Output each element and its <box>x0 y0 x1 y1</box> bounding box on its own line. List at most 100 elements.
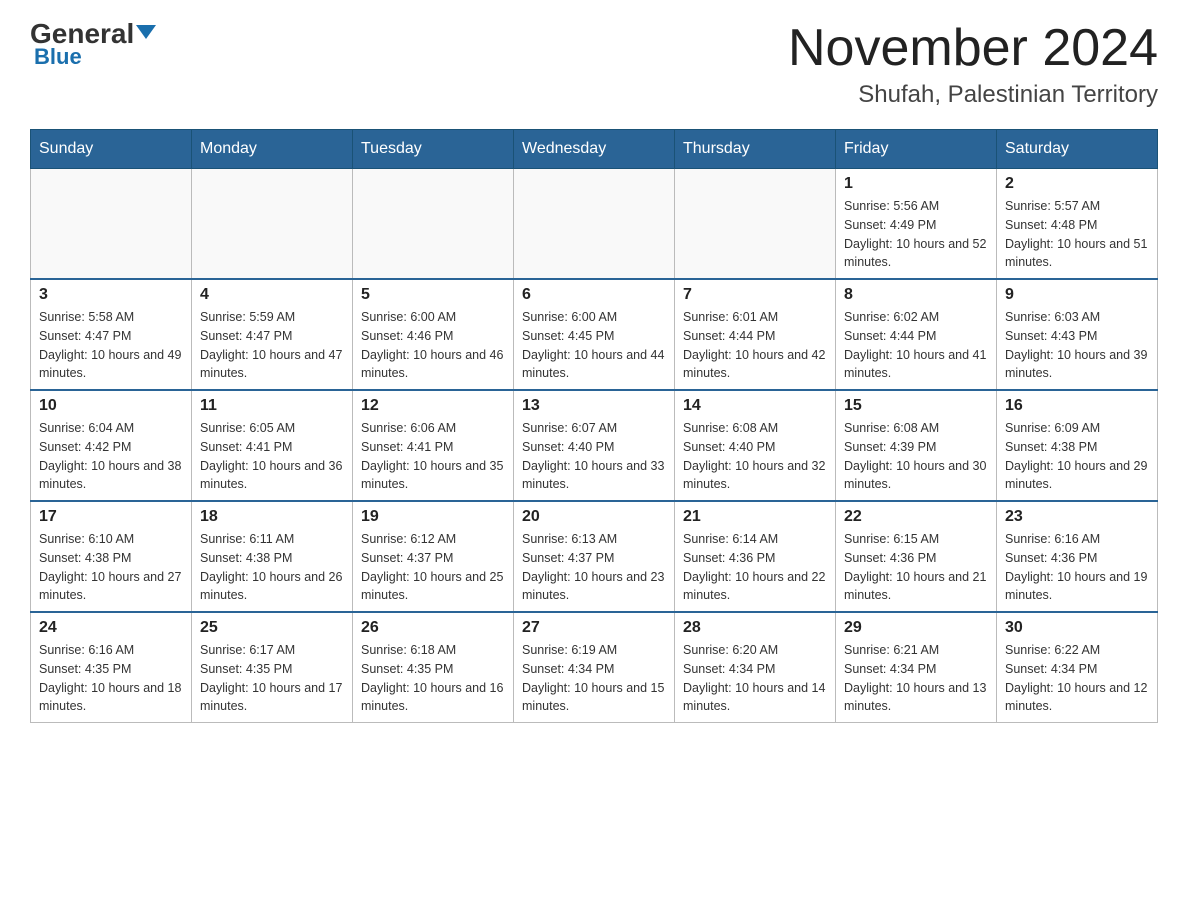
calendar-day-cell <box>675 169 836 280</box>
calendar-day-cell: 22 Sunrise: 6:15 AM Sunset: 4:36 PM Dayli… <box>836 501 997 612</box>
calendar-day-header: Wednesday <box>514 130 675 169</box>
calendar-day-cell: 13Sunrise: 6:07 AM Sunset: 4:40 PM Dayli… <box>514 390 675 501</box>
day-number: 3 <box>39 286 183 304</box>
calendar-day-cell: 16 Sunrise: 6:09 AM Sunset: 4:38 PM Dayli… <box>997 390 1158 501</box>
calendar-day-cell: 9 Sunrise: 6:03 AM Sunset: 4:43 PM Daylig… <box>997 279 1158 390</box>
calendar-day-cell: 21 Sunrise: 6:14 AM Sunset: 4:36 PM Dayli… <box>675 501 836 612</box>
day-info: Sunrise: 6:09 AM Sunset: 4:38 PM Dayligh… <box>1005 419 1149 494</box>
day-number: 10 <box>39 397 183 415</box>
day-number: 9 <box>1005 286 1149 304</box>
calendar-day-cell <box>31 169 192 280</box>
day-info: Sunrise: 6:16 AM Sunset: 4:35 PM Dayligh… <box>39 641 183 716</box>
day-number: 8 <box>844 286 988 304</box>
day-number: 26 <box>361 619 505 637</box>
calendar-day-cell: 7Sunrise: 6:01 AM Sunset: 4:44 PM Daylig… <box>675 279 836 390</box>
day-info: Sunrise: 6:22 AM Sunset: 4:34 PM Dayligh… <box>1005 641 1149 716</box>
day-info: Sunrise: 5:58 AM Sunset: 4:47 PM Dayligh… <box>39 308 183 383</box>
title-block: November 2024 Shufah, Palestinian Territ… <box>788 20 1158 109</box>
calendar-day-header: Friday <box>836 130 997 169</box>
day-info: Sunrise: 6:17 AM Sunset: 4:35 PM Dayligh… <box>200 641 344 716</box>
day-info: Sunrise: 6:18 AM Sunset: 4:35 PM Dayligh… <box>361 641 505 716</box>
calendar-day-header: Thursday <box>675 130 836 169</box>
day-info: Sunrise: 6:03 AM Sunset: 4:43 PM Dayligh… <box>1005 308 1149 383</box>
day-info: Sunrise: 6:13 AM Sunset: 4:37 PM Dayligh… <box>522 530 666 605</box>
day-number: 11 <box>200 397 344 415</box>
calendar-day-cell: 12Sunrise: 6:06 AM Sunset: 4:41 PM Dayli… <box>353 390 514 501</box>
calendar-day-cell: 30 Sunrise: 6:22 AM Sunset: 4:34 PM Dayli… <box>997 612 1158 723</box>
day-number: 17 <box>39 508 183 526</box>
day-number: 22 <box>844 508 988 526</box>
day-info: Sunrise: 6:00 AM Sunset: 4:46 PM Dayligh… <box>361 308 505 383</box>
day-info: Sunrise: 6:08 AM Sunset: 4:40 PM Dayligh… <box>683 419 827 494</box>
calendar-day-cell: 1Sunrise: 5:56 AM Sunset: 4:49 PM Daylig… <box>836 169 997 280</box>
day-number: 2 <box>1005 175 1149 193</box>
day-info: Sunrise: 5:57 AM Sunset: 4:48 PM Dayligh… <box>1005 197 1149 272</box>
day-info: Sunrise: 6:02 AM Sunset: 4:44 PM Dayligh… <box>844 308 988 383</box>
calendar-day-cell: 28 Sunrise: 6:20 AM Sunset: 4:34 PM Dayli… <box>675 612 836 723</box>
logo: General Blue <box>30 20 156 70</box>
calendar-day-cell: 23 Sunrise: 6:16 AM Sunset: 4:36 PM Dayli… <box>997 501 1158 612</box>
day-number: 4 <box>200 286 344 304</box>
day-number: 21 <box>683 508 827 526</box>
day-info: Sunrise: 6:04 AM Sunset: 4:42 PM Dayligh… <box>39 419 183 494</box>
calendar-day-header: Saturday <box>997 130 1158 169</box>
page-subtitle: Shufah, Palestinian Territory <box>788 81 1158 109</box>
day-number: 23 <box>1005 508 1149 526</box>
calendar-day-cell: 8 Sunrise: 6:02 AM Sunset: 4:44 PM Daylig… <box>836 279 997 390</box>
logo-blue-text: Blue <box>34 44 82 70</box>
day-number: 18 <box>200 508 344 526</box>
day-info: Sunrise: 5:59 AM Sunset: 4:47 PM Dayligh… <box>200 308 344 383</box>
calendar-day-cell: 10 Sunrise: 6:04 AM Sunset: 4:42 PM Dayli… <box>31 390 192 501</box>
page-header: General Blue November 2024 Shufah, Pales… <box>30 20 1158 109</box>
calendar-day-header: Tuesday <box>353 130 514 169</box>
calendar-day-cell <box>353 169 514 280</box>
calendar-day-cell: 15 Sunrise: 6:08 AM Sunset: 4:39 PM Dayli… <box>836 390 997 501</box>
day-number: 24 <box>39 619 183 637</box>
logo-triangle-icon <box>136 25 156 39</box>
day-number: 28 <box>683 619 827 637</box>
day-info: Sunrise: 6:20 AM Sunset: 4:34 PM Dayligh… <box>683 641 827 716</box>
calendar-week-row: 1Sunrise: 5:56 AM Sunset: 4:49 PM Daylig… <box>31 169 1158 280</box>
calendar-day-cell: 17 Sunrise: 6:10 AM Sunset: 4:38 PM Dayli… <box>31 501 192 612</box>
calendar-day-cell: 14 Sunrise: 6:08 AM Sunset: 4:40 PM Dayli… <box>675 390 836 501</box>
day-info: Sunrise: 6:11 AM Sunset: 4:38 PM Dayligh… <box>200 530 344 605</box>
calendar-day-cell: 4 Sunrise: 5:59 AM Sunset: 4:47 PM Daylig… <box>192 279 353 390</box>
day-number: 30 <box>1005 619 1149 637</box>
calendar-day-cell <box>192 169 353 280</box>
calendar-day-cell: 20Sunrise: 6:13 AM Sunset: 4:37 PM Dayli… <box>514 501 675 612</box>
calendar-week-row: 3 Sunrise: 5:58 AM Sunset: 4:47 PM Daylig… <box>31 279 1158 390</box>
day-number: 6 <box>522 286 666 304</box>
day-info: Sunrise: 6:08 AM Sunset: 4:39 PM Dayligh… <box>844 419 988 494</box>
calendar-day-header: Sunday <box>31 130 192 169</box>
day-info: Sunrise: 6:19 AM Sunset: 4:34 PM Dayligh… <box>522 641 666 716</box>
day-info: Sunrise: 6:16 AM Sunset: 4:36 PM Dayligh… <box>1005 530 1149 605</box>
day-info: Sunrise: 6:10 AM Sunset: 4:38 PM Dayligh… <box>39 530 183 605</box>
day-number: 16 <box>1005 397 1149 415</box>
day-number: 29 <box>844 619 988 637</box>
day-info: Sunrise: 6:05 AM Sunset: 4:41 PM Dayligh… <box>200 419 344 494</box>
day-info: Sunrise: 6:14 AM Sunset: 4:36 PM Dayligh… <box>683 530 827 605</box>
page-title: November 2024 <box>788 20 1158 77</box>
calendar-week-row: 17 Sunrise: 6:10 AM Sunset: 4:38 PM Dayli… <box>31 501 1158 612</box>
day-info: Sunrise: 5:56 AM Sunset: 4:49 PM Dayligh… <box>844 197 988 272</box>
calendar-day-cell: 18 Sunrise: 6:11 AM Sunset: 4:38 PM Dayli… <box>192 501 353 612</box>
calendar-day-cell: 24 Sunrise: 6:16 AM Sunset: 4:35 PM Dayli… <box>31 612 192 723</box>
calendar-table: SundayMondayTuesdayWednesdayThursdayFrid… <box>30 129 1158 723</box>
calendar-day-cell: 29Sunrise: 6:21 AM Sunset: 4:34 PM Dayli… <box>836 612 997 723</box>
day-number: 7 <box>683 286 827 304</box>
calendar-day-cell: 11 Sunrise: 6:05 AM Sunset: 4:41 PM Dayli… <box>192 390 353 501</box>
day-number: 15 <box>844 397 988 415</box>
day-number: 13 <box>522 397 666 415</box>
calendar-day-cell: 19 Sunrise: 6:12 AM Sunset: 4:37 PM Dayli… <box>353 501 514 612</box>
calendar-day-cell: 27Sunrise: 6:19 AM Sunset: 4:34 PM Dayli… <box>514 612 675 723</box>
day-info: Sunrise: 6:15 AM Sunset: 4:36 PM Dayligh… <box>844 530 988 605</box>
day-number: 14 <box>683 397 827 415</box>
calendar-day-cell: 25 Sunrise: 6:17 AM Sunset: 4:35 PM Dayli… <box>192 612 353 723</box>
day-number: 19 <box>361 508 505 526</box>
calendar-header-row: SundayMondayTuesdayWednesdayThursdayFrid… <box>31 130 1158 169</box>
calendar-day-cell: 26 Sunrise: 6:18 AM Sunset: 4:35 PM Dayli… <box>353 612 514 723</box>
day-number: 25 <box>200 619 344 637</box>
calendar-day-cell: 3 Sunrise: 5:58 AM Sunset: 4:47 PM Daylig… <box>31 279 192 390</box>
day-info: Sunrise: 6:12 AM Sunset: 4:37 PM Dayligh… <box>361 530 505 605</box>
calendar-day-cell: 6Sunrise: 6:00 AM Sunset: 4:45 PM Daylig… <box>514 279 675 390</box>
